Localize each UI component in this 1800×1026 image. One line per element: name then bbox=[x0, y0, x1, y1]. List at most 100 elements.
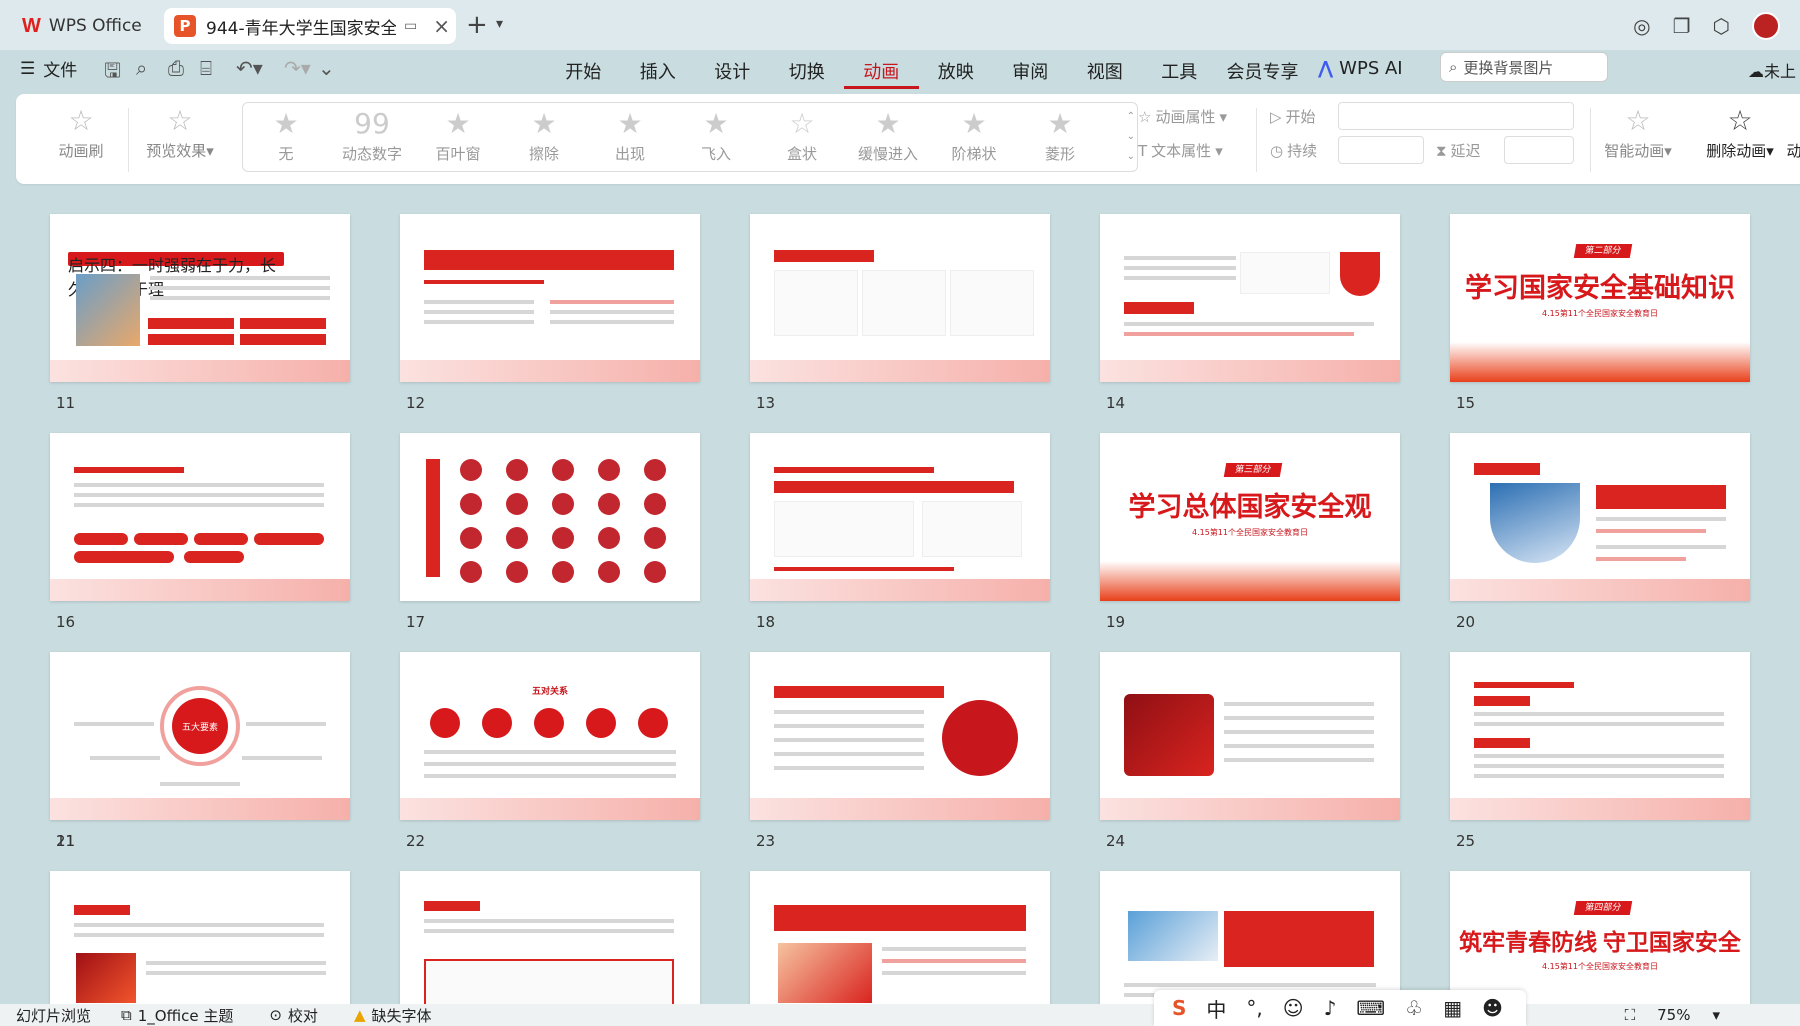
more-quick-icon[interactable]: ⌄ bbox=[318, 56, 335, 80]
smart-anim-button[interactable]: ☆ 智能动画▾ bbox=[1598, 104, 1678, 161]
slide-number: 13 bbox=[756, 394, 776, 412]
slide-thumb-21[interactable]: 五大要素 bbox=[50, 652, 350, 820]
slide-thumb-20[interactable] bbox=[1450, 433, 1750, 601]
slide-thumb-28[interactable] bbox=[750, 871, 1050, 1006]
dropdown-icon: ▾ bbox=[1215, 141, 1223, 160]
close-tab-icon[interactable]: × bbox=[433, 14, 450, 38]
slides-view-button[interactable]: 幻灯片浏览 bbox=[16, 1005, 91, 1026]
slide-number: 20 bbox=[1456, 613, 1476, 631]
menu-tab-5[interactable]: 放映 bbox=[919, 58, 994, 89]
anim-props-button[interactable]: ☆ 动画属性 ▾ bbox=[1138, 106, 1227, 127]
format-painter-icon[interactable]: ⌕ bbox=[136, 56, 147, 80]
slide-thumb-18[interactable] bbox=[750, 433, 1050, 601]
slide-thumb-26[interactable] bbox=[50, 871, 350, 1006]
menu-tab-3[interactable]: 切换 bbox=[770, 58, 845, 89]
menu-tab-2[interactable]: 设计 bbox=[695, 58, 770, 89]
tab-wps-home[interactable]: W WPS Office bbox=[10, 8, 156, 44]
effect-label: 动态数字 bbox=[341, 145, 402, 163]
zoom-dropdown-icon[interactable]: ▾ bbox=[1712, 1006, 1720, 1024]
emoji-icon[interactable]: ☺ bbox=[1283, 996, 1304, 1020]
menu-tab-4[interactable]: 动画 bbox=[844, 58, 919, 89]
copilot-icon[interactable]: ◎ bbox=[1633, 14, 1650, 38]
preview-label: 预览效果 bbox=[146, 142, 207, 160]
slide-thumb-30[interactable]: 第四部分 筑牢青春防线 守卫国家安全 4.15第11个全民国家安全教育日 bbox=[1450, 871, 1750, 1006]
effect-box[interactable]: ☆ 盒状 bbox=[759, 107, 845, 164]
menu-tab-9[interactable]: 会员专享 bbox=[1217, 58, 1309, 89]
effect-appear[interactable]: ★ 出现 bbox=[587, 107, 673, 164]
wps-logo-icon: W bbox=[22, 14, 41, 37]
slide-thumb-15[interactable]: 第二部分 学习国家安全基础知识 4.15第11个全民国家安全教育日 bbox=[1450, 214, 1750, 382]
star-icon: ★ bbox=[617, 107, 643, 140]
mic-icon[interactable]: ♪ bbox=[1324, 996, 1337, 1020]
window-icon[interactable]: ▭ bbox=[404, 18, 417, 34]
top-right-label: 未上 bbox=[1764, 62, 1797, 81]
duration-stepper[interactable] bbox=[1338, 136, 1424, 164]
start-select[interactable] bbox=[1338, 102, 1574, 130]
gallery-scroll[interactable]: ⌃ ⌄ ⌄ bbox=[1127, 107, 1135, 167]
slide-thumb-13[interactable] bbox=[750, 214, 1050, 382]
slide-thumb-23[interactable] bbox=[750, 652, 1050, 820]
effect-fly-in[interactable]: ★ 飞入 bbox=[673, 107, 759, 164]
print-icon[interactable]: ⎙ bbox=[168, 56, 184, 80]
slide-thumb-25[interactable] bbox=[1450, 652, 1750, 820]
effect-dynamic-number[interactable]: 99 动态数字 bbox=[329, 107, 415, 164]
tab-dropdown-icon[interactable]: ▾ bbox=[496, 16, 503, 32]
anim-brush-button[interactable]: ☆ 动画刷 bbox=[52, 104, 110, 161]
menu-tab-6[interactable]: 审阅 bbox=[993, 58, 1068, 89]
effect-label: 菱形 bbox=[1044, 145, 1075, 163]
menu-tab-1[interactable]: 插入 bbox=[621, 58, 696, 89]
tab-document[interactable]: P 944-青年大学生国家安全.pptx ▭ × bbox=[164, 8, 456, 44]
effect-stairs[interactable]: ★ 阶梯状 bbox=[931, 107, 1017, 164]
theme-button[interactable]: ⧉ 1_Office 主题 bbox=[121, 1005, 233, 1026]
slide-thumb-29[interactable] bbox=[1100, 871, 1400, 1006]
duration-label-group: ◷ 持续 bbox=[1270, 140, 1317, 161]
more-ribbon-button[interactable]: 动 bbox=[1784, 104, 1800, 161]
undo-icon[interactable]: ↶▾ bbox=[236, 56, 263, 80]
new-tab-icon[interactable]: + bbox=[466, 10, 488, 40]
slide-thumb-22[interactable]: 五对关系 bbox=[400, 652, 700, 820]
missing-font-button[interactable]: ▲ 缺失字体 bbox=[354, 1005, 432, 1026]
preview-effect-button[interactable]: ☆ 预览效果▾ bbox=[138, 104, 222, 161]
slide-thumb-17[interactable] bbox=[400, 433, 700, 601]
zoom-value[interactable]: 75% bbox=[1657, 1006, 1690, 1024]
menu-tab-0[interactable]: 开始 bbox=[546, 58, 621, 89]
missing-font-label: 缺失字体 bbox=[371, 1006, 432, 1025]
toolbox-icon[interactable]: ▦ bbox=[1443, 996, 1462, 1020]
slide-thumb-12[interactable] bbox=[400, 214, 700, 382]
mascot-icon[interactable]: ☻ bbox=[1482, 996, 1503, 1020]
slide-thumb-11[interactable]: 启示四：一时强弱在于力，长久兴衰在于理 bbox=[50, 214, 350, 382]
effect-none[interactable]: ★ 无 bbox=[243, 107, 329, 164]
keyboard-icon[interactable]: ⌨ bbox=[1356, 996, 1385, 1020]
ime-lang[interactable]: 中 bbox=[1206, 994, 1226, 1023]
menu-tab-8[interactable]: 工具 bbox=[1142, 58, 1217, 89]
print-preview-icon[interactable]: ⌸ bbox=[200, 56, 212, 80]
slide-thumb-16[interactable] bbox=[50, 433, 350, 601]
menu-tab-7[interactable]: 视图 bbox=[1068, 58, 1143, 89]
fit-icon[interactable]: ⛶ bbox=[1625, 1006, 1636, 1024]
wps-ai-button[interactable]: ⋀ WPS AI bbox=[1318, 58, 1403, 79]
window-mode-icon[interactable]: ❐ bbox=[1673, 14, 1691, 38]
slide-thumb-14[interactable] bbox=[1100, 214, 1400, 382]
punctuation-icon[interactable]: °, bbox=[1246, 996, 1262, 1020]
slide-thumb-19[interactable]: 第三部分 学习总体国家安全观 4.15第11个全民国家安全教育日 bbox=[1100, 433, 1400, 601]
proof-button[interactable]: ⊙ 校对 bbox=[269, 1005, 318, 1026]
effect-blinds[interactable]: ★ 百叶窗 bbox=[415, 107, 501, 164]
search-box[interactable]: ⌕ 更换背景图片 bbox=[1440, 52, 1608, 82]
top-right-action[interactable]: ☁未上 bbox=[1748, 58, 1796, 82]
save-icon[interactable]: 🖫 bbox=[104, 56, 121, 90]
text-props-button[interactable]: T 文本属性 ▾ bbox=[1138, 140, 1223, 161]
slide-number: 18 bbox=[756, 613, 776, 631]
effect-diamond[interactable]: ★ 菱形 bbox=[1017, 107, 1103, 164]
slide-thumb-27[interactable] bbox=[400, 871, 700, 1006]
delay-stepper[interactable] bbox=[1504, 136, 1574, 164]
redo-icon[interactable]: ↷▾ bbox=[284, 56, 311, 80]
effect-crawl-in[interactable]: ★ 缓慢进入 bbox=[845, 107, 931, 164]
file-menu[interactable]: ☰ 文件 bbox=[20, 56, 77, 82]
delete-anim-button[interactable]: ☆ 删除动画▾ bbox=[1700, 104, 1780, 161]
skin-icon[interactable]: ♧ bbox=[1405, 996, 1423, 1020]
star-icon: ★ bbox=[445, 107, 471, 140]
avatar[interactable] bbox=[1752, 12, 1780, 40]
effect-wipe[interactable]: ★ 擦除 bbox=[501, 107, 587, 164]
cube-icon[interactable]: ⬡ bbox=[1713, 14, 1730, 38]
slide-thumb-24[interactable] bbox=[1100, 652, 1400, 820]
